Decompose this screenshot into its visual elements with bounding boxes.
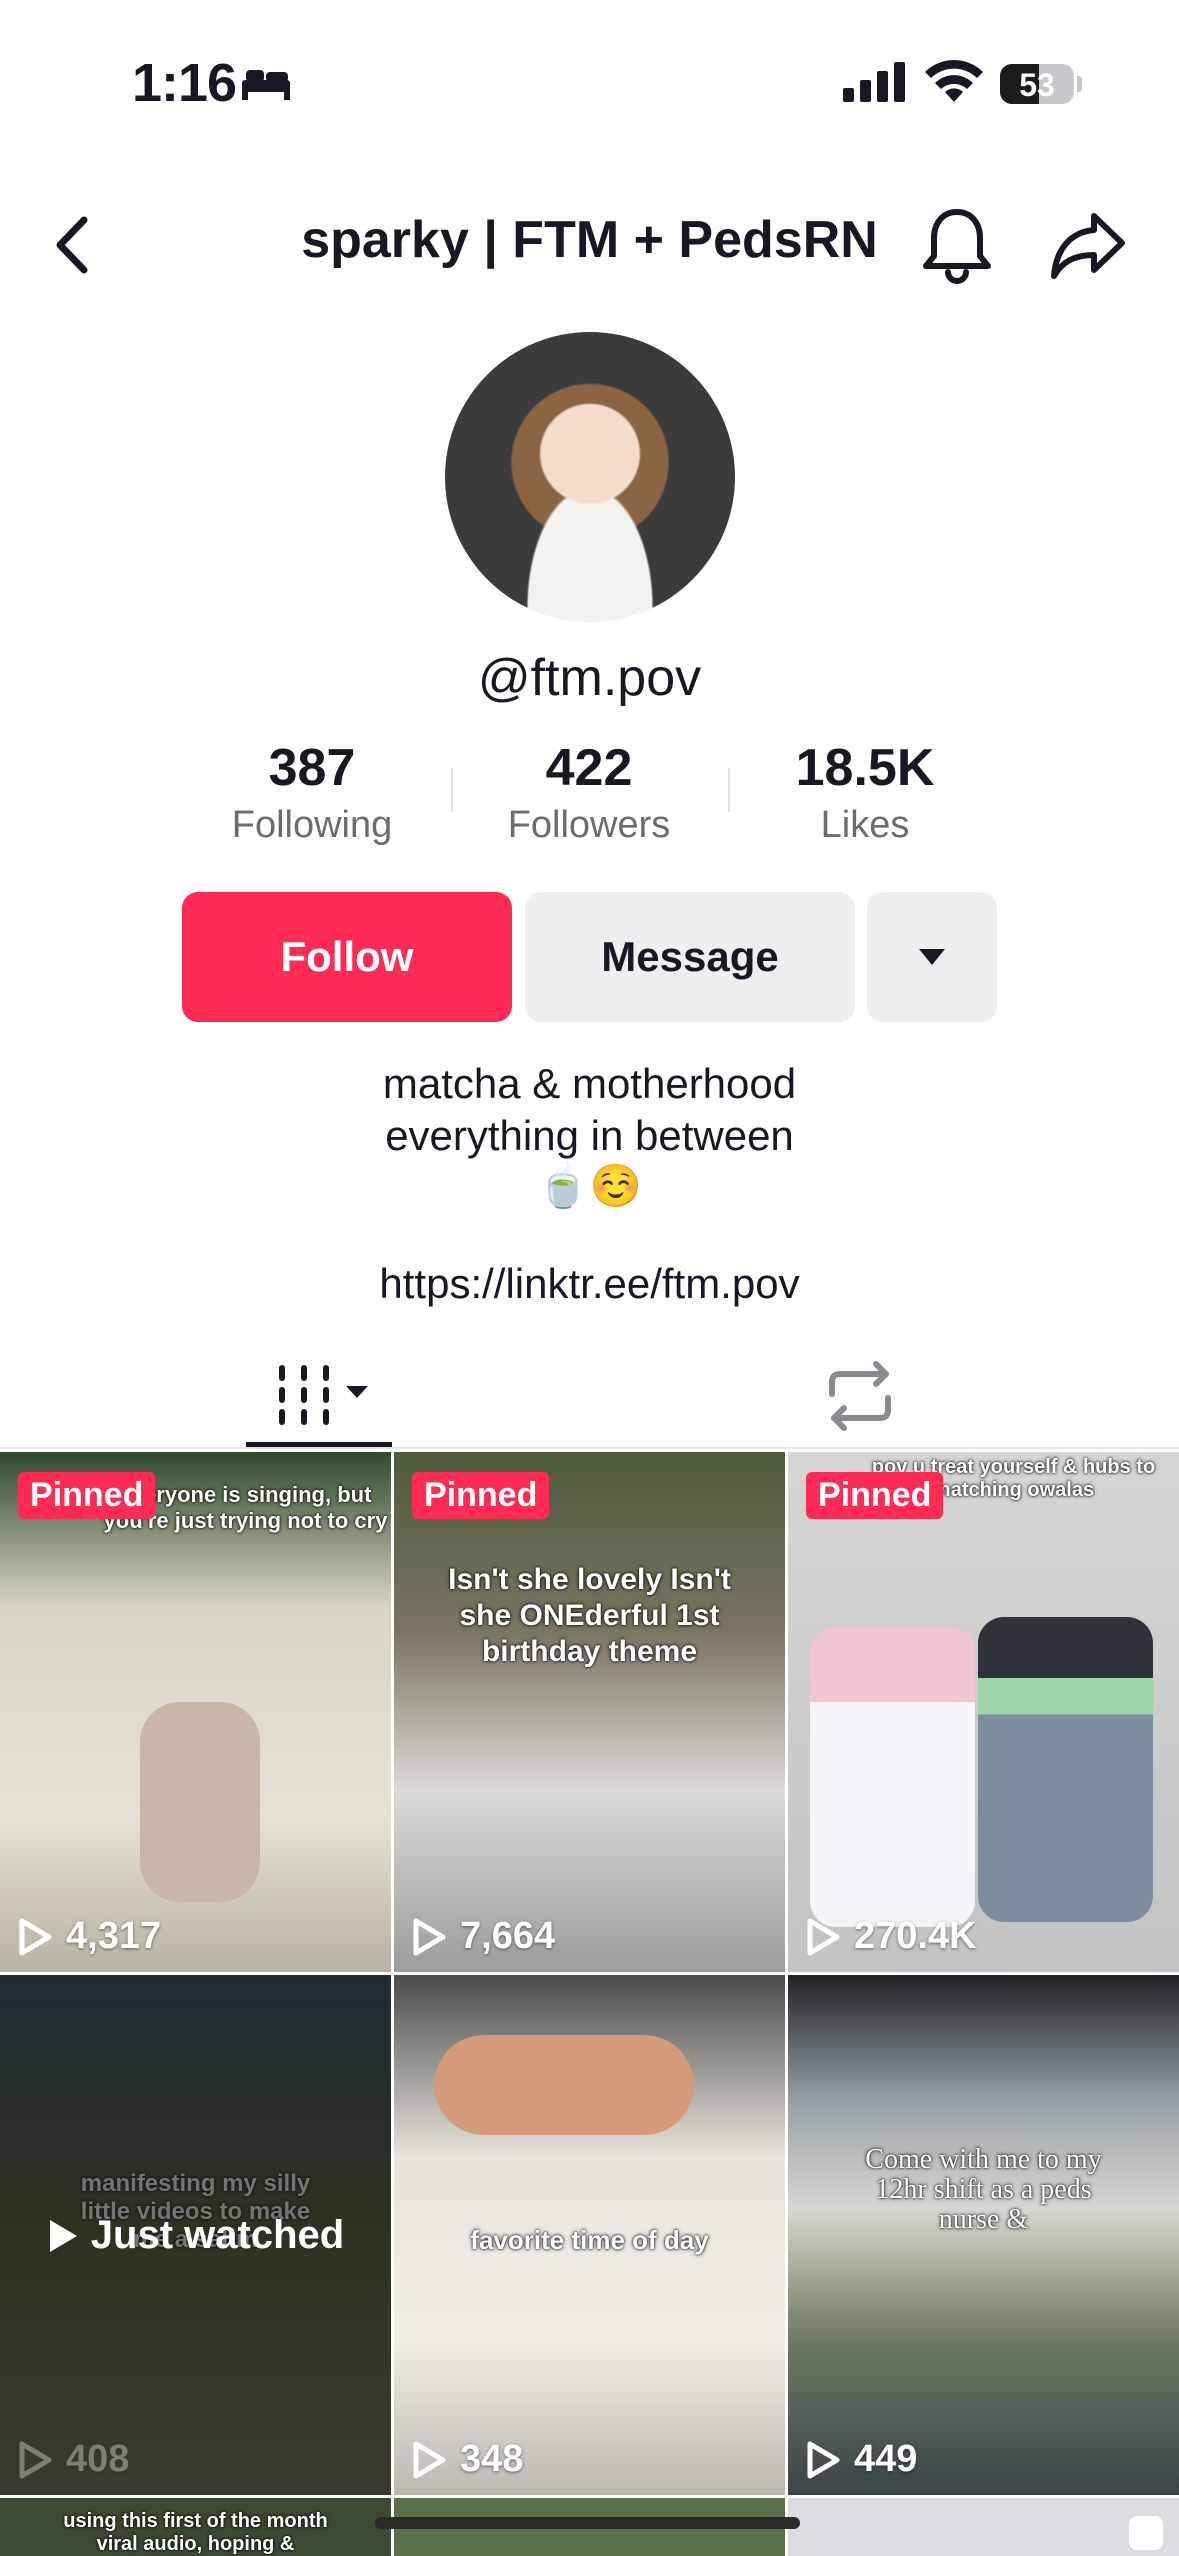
view-count-text: 348 bbox=[460, 2438, 524, 2480]
battery-tip bbox=[1077, 76, 1082, 92]
status-bar: 1:16 53 bbox=[0, 0, 1179, 160]
followers-count: 422 bbox=[545, 739, 633, 797]
play-icon bbox=[19, 2441, 52, 2478]
view-count-text: 270.4K bbox=[854, 1915, 977, 1957]
home-indicator bbox=[375, 2517, 800, 2529]
play-icon bbox=[19, 1918, 52, 1955]
view-count-text: 408 bbox=[66, 2438, 130, 2480]
play-icon bbox=[49, 2219, 77, 2252]
bio-line: everything in between bbox=[385, 1112, 794, 1159]
followers-stat[interactable]: 422 Followers bbox=[459, 738, 719, 850]
pinned-badge: Pinned bbox=[18, 1472, 156, 1519]
view-count: 7,664 bbox=[412, 1915, 555, 1958]
followers-label: Followers bbox=[507, 804, 671, 846]
pinned-badge: Pinned bbox=[806, 1472, 944, 1519]
video-tile[interactable]: everyone is singing, but you're just try… bbox=[0, 1452, 391, 1972]
view-count-text: 4,317 bbox=[66, 1915, 162, 1957]
likes-stat[interactable]: 18.5K Likes bbox=[735, 738, 995, 850]
follow-button[interactable]: Follow bbox=[182, 892, 512, 1022]
video-tile[interactable]: pov u treat yourself & hubs to matching … bbox=[788, 1452, 1179, 1972]
hand-shape bbox=[434, 2035, 694, 2135]
stat-divider bbox=[728, 768, 730, 812]
video-tile[interactable]: Come with me to my 12hr shift as a peds … bbox=[788, 1975, 1179, 2495]
following-count: 387 bbox=[268, 739, 356, 797]
video-caption: Come with me to my 12hr shift as a peds … bbox=[865, 2144, 1102, 2235]
just-watched-text: Just watched bbox=[90, 2213, 345, 2257]
sleep-focus-icon bbox=[242, 70, 290, 100]
battery-percent: 53 bbox=[1019, 67, 1055, 103]
video-tile[interactable]: manifesting my silly little videos to ma… bbox=[0, 1975, 391, 2495]
video-caption: Isn't she lovely Isn't she ONEderful 1st… bbox=[448, 1563, 731, 1668]
view-count: 4,317 bbox=[18, 1915, 161, 1958]
suggested-accounts-button[interactable] bbox=[867, 892, 997, 1022]
video-thumbnail-figure bbox=[140, 1702, 260, 1902]
bell-icon[interactable] bbox=[920, 204, 994, 284]
video-tile[interactable]: using this first of the month viral audi… bbox=[0, 2498, 391, 2556]
video-caption: favorite time of day bbox=[470, 2225, 709, 2255]
tabs-divider bbox=[0, 1447, 1179, 1449]
following-stat[interactable]: 387 Following bbox=[182, 738, 442, 850]
status-time: 1:16 bbox=[132, 53, 237, 113]
select-checkbox[interactable] bbox=[1129, 2516, 1163, 2550]
view-count: 449 bbox=[806, 2438, 917, 2481]
message-button[interactable]: Message bbox=[525, 892, 855, 1022]
view-count: 348 bbox=[412, 2438, 523, 2481]
wifi-icon bbox=[925, 59, 983, 102]
video-grid-icon bbox=[279, 1365, 368, 1425]
play-icon bbox=[413, 2441, 446, 2478]
bio-line: matcha & motherhood bbox=[382, 1060, 797, 1107]
view-count: 270.4K bbox=[806, 1915, 977, 1958]
bio-emoji: 🍵☺️ bbox=[537, 1162, 642, 1209]
page-title: sparky | FTM + PedsRN bbox=[301, 211, 878, 269]
bio-link[interactable]: https://linktr.ee/ftm.pov bbox=[0, 1260, 1179, 1308]
pink-bottle bbox=[810, 1627, 975, 1927]
username-handle: @ftm.pov bbox=[477, 649, 702, 707]
view-count: 408 bbox=[18, 2438, 129, 2481]
video-tile[interactable]: Isn't she lovely Isn't she ONEderful 1st… bbox=[394, 1452, 785, 1972]
following-label: Following bbox=[231, 804, 393, 846]
play-icon bbox=[807, 1918, 840, 1955]
just-watched-label: Just watched bbox=[0, 2213, 391, 2258]
repost-icon[interactable] bbox=[820, 1356, 900, 1436]
play-icon bbox=[413, 1918, 446, 1955]
video-tile[interactable] bbox=[788, 2498, 1179, 2556]
view-count-text: 7,664 bbox=[460, 1915, 556, 1957]
avatar[interactable] bbox=[445, 332, 735, 622]
video-tile[interactable]: favorite time of day 348 bbox=[394, 1975, 785, 2495]
pinned-badge: Pinned bbox=[412, 1472, 550, 1519]
battery-indicator: 53 bbox=[1000, 64, 1074, 104]
likes-count: 18.5K bbox=[795, 739, 935, 797]
stat-divider bbox=[451, 768, 453, 812]
play-icon bbox=[807, 2441, 840, 2478]
view-count-text: 449 bbox=[854, 2438, 918, 2480]
share-icon[interactable] bbox=[1050, 210, 1126, 280]
caret-down-icon bbox=[919, 949, 945, 965]
likes-label: Likes bbox=[820, 804, 910, 846]
cellular-signal-icon bbox=[843, 62, 905, 102]
video-caption: using this first of the month viral audi… bbox=[63, 2510, 328, 2555]
tab-videos[interactable] bbox=[246, 1360, 406, 1450]
blue-bottle bbox=[978, 1617, 1153, 1922]
